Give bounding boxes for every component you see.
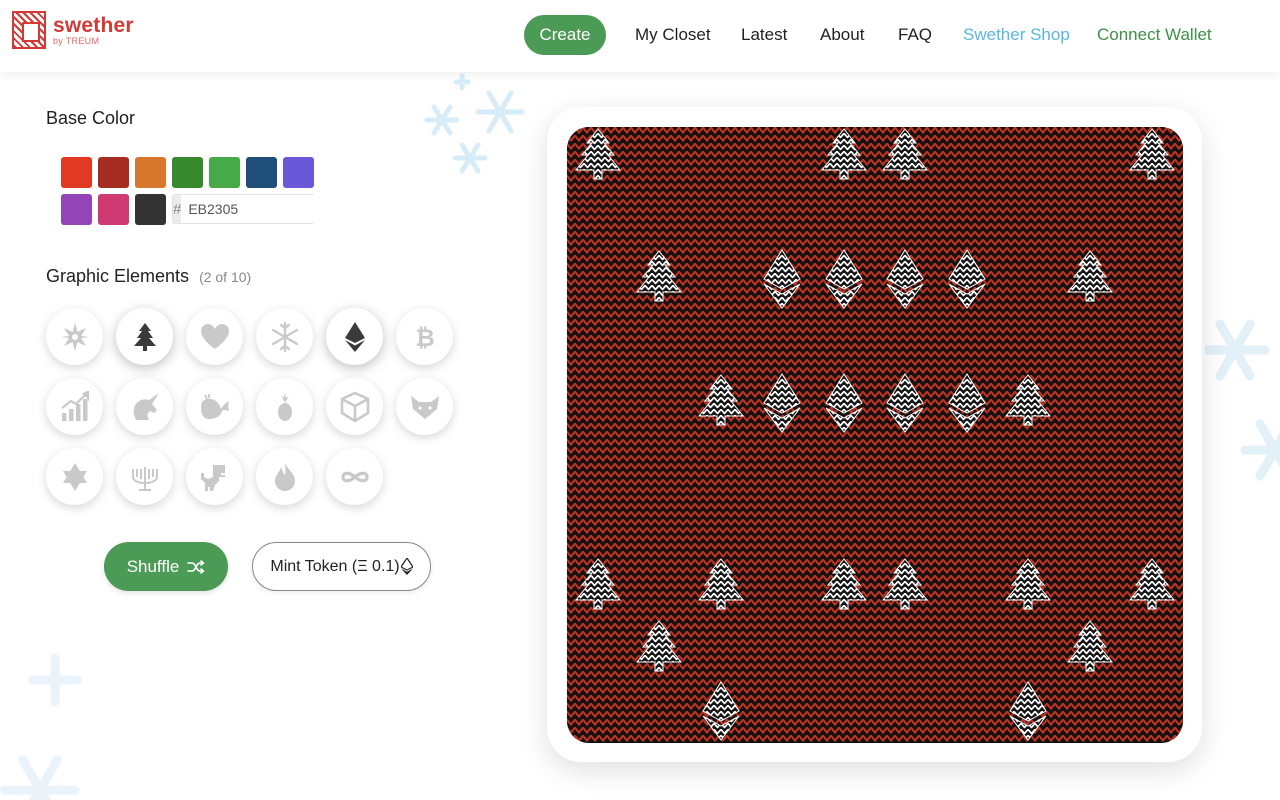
graphic-elements-count: (2 of 10) bbox=[199, 269, 252, 285]
snowflake-icon bbox=[271, 321, 298, 352]
infinity-icon bbox=[340, 471, 369, 482]
sweater-logo-icon bbox=[12, 11, 46, 49]
mint-token-button[interactable]: Mint Token (Ξ 0.1) bbox=[252, 542, 431, 591]
graphic-element-snowflake[interactable] bbox=[256, 308, 313, 365]
graphic-elements-header: Graphic Elements (2 of 10) bbox=[46, 266, 251, 287]
graphic-element-star-of-david[interactable] bbox=[46, 448, 103, 505]
nav-my-closet[interactable]: My Closet bbox=[635, 15, 711, 55]
whale-icon bbox=[200, 393, 229, 419]
color-swatch[interactable] bbox=[135, 194, 166, 225]
top-header: swether by TREUM Create My Closet Latest… bbox=[0, 0, 1280, 72]
pineapple-icon bbox=[277, 391, 292, 421]
graphic-element-bitcoin[interactable]: ₿ bbox=[396, 308, 453, 365]
color-swatch[interactable] bbox=[98, 194, 129, 225]
svg-text:₿: ₿ bbox=[415, 325, 435, 352]
knit-pattern bbox=[567, 127, 1183, 743]
chart-icon bbox=[60, 390, 89, 421]
brand-name: swether bbox=[53, 13, 134, 37]
fox-icon bbox=[410, 395, 439, 419]
shuffle-button[interactable]: Shuffle bbox=[104, 542, 228, 591]
graphic-element-ethereum[interactable] bbox=[326, 308, 383, 365]
ethereum-icon bbox=[400, 558, 413, 575]
star-icon bbox=[60, 322, 89, 351]
graphic-element-unicorn[interactable] bbox=[116, 378, 173, 435]
graphic-element-cube[interactable] bbox=[326, 378, 383, 435]
hash-label: # bbox=[173, 195, 182, 223]
tree-icon bbox=[133, 322, 156, 351]
nav-swether-shop[interactable]: Swether Shop bbox=[963, 15, 1070, 55]
graphic-element-fox[interactable] bbox=[396, 378, 453, 435]
base-color-title: Base Color bbox=[46, 108, 136, 128]
graphic-element-dinosaur[interactable] bbox=[186, 448, 243, 505]
color-swatch[interactable] bbox=[135, 157, 166, 188]
graphic-element-whale[interactable] bbox=[186, 378, 243, 435]
nav-faq[interactable]: FAQ bbox=[898, 15, 932, 55]
color-swatch[interactable] bbox=[246, 157, 277, 188]
ethereum-icon bbox=[344, 321, 365, 352]
graphic-element-flame[interactable] bbox=[256, 448, 313, 505]
nav-latest[interactable]: Latest bbox=[741, 15, 787, 55]
hex-color-input[interactable] bbox=[181, 195, 372, 223]
heart-icon bbox=[200, 323, 229, 349]
mint-token-label: Mint Token (Ξ 0.1) bbox=[270, 557, 400, 575]
color-swatch[interactable] bbox=[61, 194, 92, 225]
nav-create-button[interactable]: Create bbox=[524, 15, 606, 55]
star-of-david-icon bbox=[62, 462, 87, 491]
brand-tagline: by TREUM bbox=[53, 35, 100, 46]
hex-color-field: # bbox=[172, 194, 372, 224]
flame-icon bbox=[274, 462, 295, 491]
color-swatch[interactable] bbox=[209, 157, 240, 188]
shuffle-label: Shuffle bbox=[126, 556, 180, 576]
snowflake-decoration-right bbox=[1205, 319, 1280, 481]
color-swatch[interactable] bbox=[61, 157, 92, 188]
graphic-elements-title: Graphic Elements bbox=[46, 266, 190, 286]
snowflake-decoration bbox=[424, 73, 525, 174]
graphic-element-chart[interactable] bbox=[46, 378, 103, 435]
connect-wallet-button[interactable]: Connect Wallet bbox=[1097, 15, 1212, 55]
menorah-icon bbox=[131, 466, 158, 491]
unicorn-icon bbox=[133, 392, 159, 420]
nav-about[interactable]: About bbox=[820, 15, 864, 55]
color-swatch[interactable] bbox=[98, 157, 129, 188]
brand-logo[interactable]: swether by TREUM bbox=[12, 11, 134, 49]
snowflake-decoration-left bbox=[0, 653, 82, 800]
shuffle-icon bbox=[187, 559, 205, 574]
bitcoin-icon: ₿ bbox=[415, 325, 435, 352]
color-swatch[interactable] bbox=[283, 157, 314, 188]
graphic-element-menorah[interactable] bbox=[116, 448, 173, 505]
sweater-preview-canvas bbox=[567, 127, 1183, 743]
cube-icon bbox=[340, 391, 369, 423]
graphic-element-star[interactable] bbox=[46, 308, 103, 365]
graphic-element-infinity[interactable] bbox=[326, 448, 383, 505]
graphic-element-pineapple[interactable] bbox=[256, 378, 313, 435]
graphic-element-heart[interactable] bbox=[186, 308, 243, 365]
graphic-element-tree[interactable] bbox=[116, 308, 173, 365]
dinosaur-icon bbox=[200, 464, 225, 491]
color-swatch[interactable] bbox=[172, 157, 203, 188]
